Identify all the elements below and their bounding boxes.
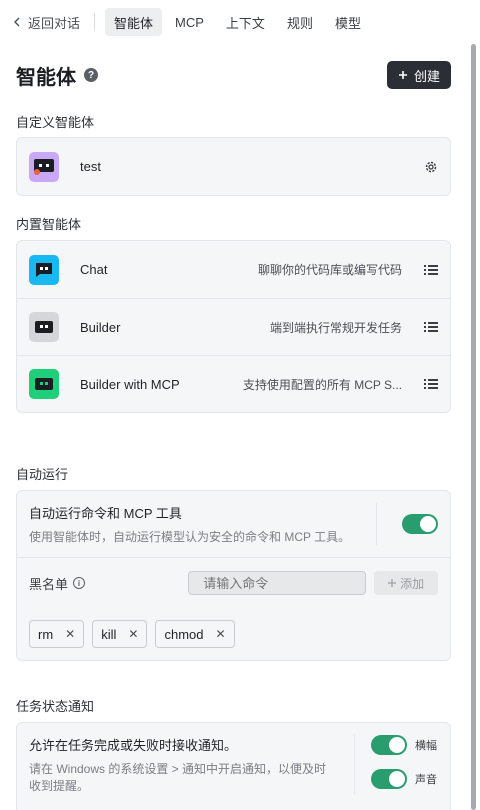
agent-name: Chat [80,262,108,277]
notify-title: 允许在任务完成或失败时接收通知。 [29,738,238,753]
agent-row-test[interactable]: test [17,138,450,195]
add-label: 添加 [400,576,425,591]
agent-name: Builder with MCP [80,376,180,392]
toggle-knob [389,771,405,787]
auto-run-card: 自动运行命令和 MCP 工具 使用智能体时，自动运行模型认为安全的命令和 MCP… [16,490,451,661]
command-chip: kill ✕ [92,620,148,648]
top-nav: 返回对话 智能体 MCP 上下文 规则 模型 [0,0,480,44]
tab-mcp[interactable]: MCP [166,8,213,36]
builder-mcp-robot-icon [29,369,59,399]
notify-description: 请在 Windows 的系统设置 > 通知中开启通知，以便及时收到提醒。 [29,762,327,793]
builtin-agents-list: Chat 聊聊你的代码库或编写代码 Builder 端到端执行常规开发任务 Bu… [16,240,451,413]
back-to-chat-button[interactable]: 返回对话 [12,8,94,36]
page-header: 智能体 ? 创建 [16,60,451,90]
list-icon[interactable] [414,321,438,333]
list-icon[interactable] [414,378,438,390]
agent-description: 聊聊你的代码库或编写代码 [257,263,402,277]
chat-robot-icon [29,254,59,285]
toggle-knob [389,737,405,753]
toggle-knob [420,516,436,532]
chevron-left-icon [12,17,22,27]
agent-row-builder[interactable]: Builder 端到端执行常规开发任务 [17,298,450,355]
divider [94,13,96,31]
agent-row-builder-mcp[interactable]: Builder with MCP 支持使用配置的所有 MCP S... [17,355,450,412]
banner-label: 横幅 [415,740,437,752]
auto-run-heading: 自动运行 [16,467,69,482]
tab-context[interactable]: 上下文 [217,8,274,36]
builder-robot-icon [29,312,59,342]
agent-row-chat[interactable]: Chat 聊聊你的代码库或编写代码 [17,241,450,298]
agent-description: 端到端执行常规开发任务 [269,320,402,335]
plus-icon [388,579,397,587]
agent-name: test [80,159,101,174]
agent-name: Builder [80,319,121,335]
custom-agents-heading: 自定义智能体 [16,115,95,130]
robot-icon [29,151,59,182]
help-icon[interactable]: ? [84,68,98,82]
blacklist-chips: rm ✕ kill ✕ chmod ✕ [17,608,450,660]
builtin-agents-heading: 内置智能体 [16,217,82,232]
tab-models[interactable]: 模型 [326,8,370,36]
list-icon[interactable] [414,264,438,276]
gear-icon[interactable] [424,160,438,174]
auto-run-description: 使用智能体时，自动运行模型认为安全的命令和 MCP 工具。 [29,530,351,544]
tab-rules[interactable]: 规则 [278,8,322,36]
tab-bar: 智能体 MCP 上下文 规则 模型 [105,8,370,36]
command-chip: chmod ✕ [155,620,235,648]
custom-agents-list: test [16,137,451,196]
add-command-button[interactable]: 添加 [374,571,438,595]
close-icon[interactable]: ✕ [65,627,75,641]
chip-label: chmod [164,626,204,642]
close-icon[interactable]: ✕ [128,627,138,641]
blacklist-label: 黑名单 [29,576,69,592]
notify-card: 允许在任务完成或失败时接收通知。 请在 Windows 的系统设置 > 通知中开… [16,722,451,810]
chip-label: kill [101,626,117,642]
scrollbar-thumb[interactable] [471,44,476,810]
create-agent-button[interactable]: 创建 [386,61,451,89]
command-input[interactable] [188,571,367,595]
notify-heading: 任务状态通知 [16,699,95,714]
agent-description: 支持使用配置的所有 MCP S... [242,377,402,392]
auto-run-toggle[interactable] [402,514,438,534]
sound-label: 声音 [415,774,437,786]
chip-label: rm [38,626,54,642]
back-label: 返回对话 [28,15,81,31]
info-icon[interactable]: i [73,577,86,589]
auto-run-title: 自动运行命令和 MCP 工具 [29,506,182,521]
page-title: 智能体 [16,66,76,89]
command-chip: rm ✕ [29,620,85,648]
create-label: 创建 [413,68,440,84]
tab-agents[interactable]: 智能体 [105,8,163,36]
sound-toggle[interactable] [371,769,407,789]
banner-toggle[interactable] [371,735,407,755]
close-icon[interactable]: ✕ [216,627,226,641]
plus-icon [398,71,407,79]
scrollbar[interactable] [471,44,476,810]
